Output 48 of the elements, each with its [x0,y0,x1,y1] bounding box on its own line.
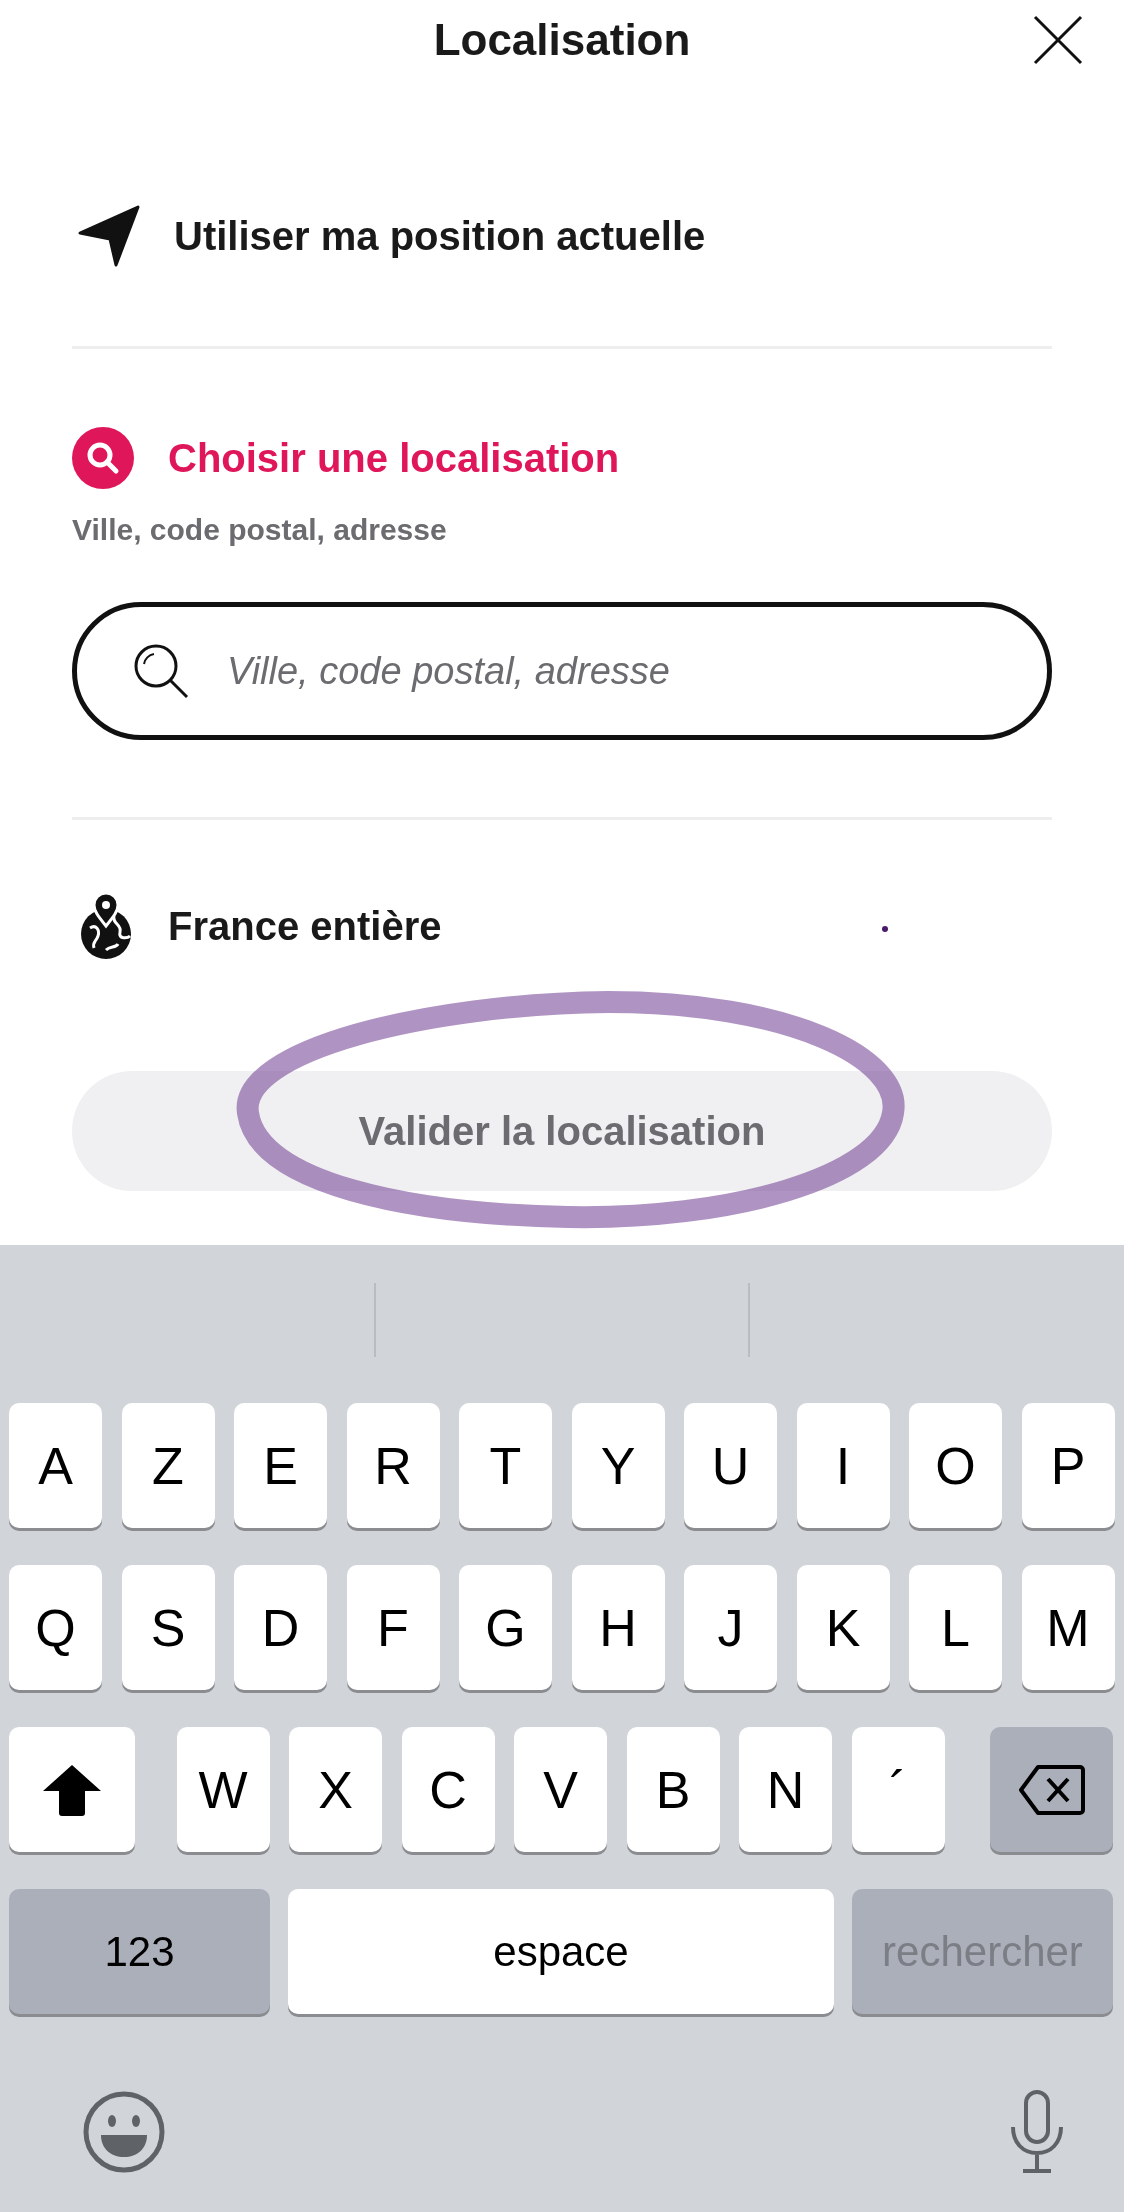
keyboard-key[interactable]: X [289,1727,382,1852]
backspace-icon [1017,1763,1086,1816]
search-field[interactable]: Ville, code postal, adresse [72,602,1052,740]
keyboard-key[interactable]: O [909,1403,1002,1528]
keyboard-key[interactable]: J [684,1565,777,1690]
keyboard-key[interactable]: C [401,1727,495,1852]
navigation-arrow-icon [78,205,140,267]
keyboard-key[interactable]: K [796,1565,890,1690]
screen-title: Localisation [433,15,691,65]
globe-pin-icon [78,892,134,960]
keyboard-key[interactable]: B [626,1727,720,1852]
keyboard-key[interactable]: R [346,1403,440,1528]
keyboard-key[interactable]: I [796,1403,890,1528]
keyboard-key[interactable]: Y [571,1403,665,1528]
keyboard-key[interactable]: D [234,1565,327,1690]
keyboard-key[interactable]: W [176,1727,270,1852]
ink-dot [882,926,888,932]
shift-arrow-icon [41,1762,103,1817]
numbers-key[interactable]: 123 [9,1889,270,2014]
keyboard-key[interactable]: ´ [851,1727,945,1852]
keyboard-key[interactable]: E [234,1403,327,1528]
keyboard-key[interactable]: G [459,1565,552,1690]
space-key[interactable]: espace [288,1889,834,2014]
keyboard-key[interactable]: Q [9,1565,102,1690]
keyboard-key[interactable]: M [1021,1565,1115,1690]
keyboard-key[interactable]: U [684,1403,777,1528]
shift-key[interactable] [9,1727,135,1852]
field-label: Ville, code postal, adresse [72,513,448,547]
keyboard-key[interactable]: T [459,1403,552,1528]
search-icon [132,642,190,700]
use-current-position-button[interactable]: Utiliser ma position actuelle [174,213,706,259]
keyboard-key[interactable]: H [571,1565,665,1690]
keyboard-key[interactable]: L [909,1565,1002,1690]
microphone-icon[interactable] [1009,2089,1065,2175]
delete-key[interactable] [990,1727,1113,1852]
emoji-icon[interactable] [83,2091,165,2173]
keyboard-key[interactable]: V [514,1727,607,1852]
section-title: Choisir une localisation [168,435,620,481]
keyboard-key[interactable]: N [739,1727,832,1852]
whole-country-button[interactable]: France entière [168,903,442,949]
search-icon [72,427,134,489]
keyboard-key[interactable]: F [346,1565,440,1690]
keyboard-key[interactable]: P [1021,1403,1115,1528]
keyboard-key[interactable]: A [9,1403,102,1528]
close-button[interactable] [1032,14,1084,66]
close-icon [1032,14,1084,66]
keyboard-key[interactable]: S [121,1565,215,1690]
keyboard-key[interactable]: Z [121,1403,215,1528]
